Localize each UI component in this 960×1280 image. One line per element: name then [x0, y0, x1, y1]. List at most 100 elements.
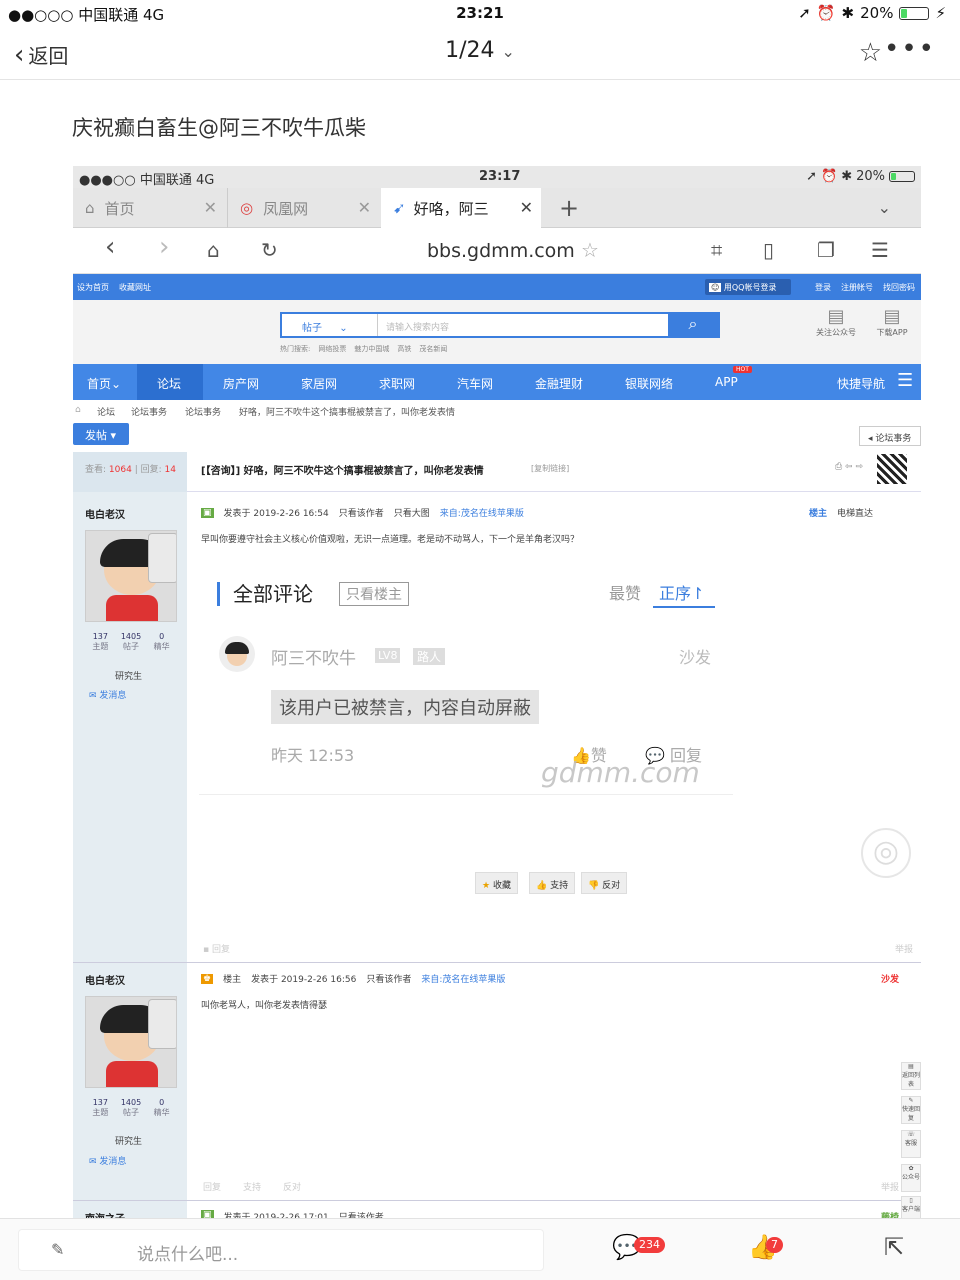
side-wechat[interactable]: ✿ 公众号: [901, 1164, 921, 1192]
back-to-forum-button[interactable]: ◂ 论坛事务: [859, 426, 921, 446]
search-icon[interactable]: ⌕: [668, 314, 718, 336]
favorite-button[interactable]: ★ 收藏: [475, 872, 518, 894]
copy-link[interactable]: [复制链接]: [531, 463, 569, 474]
nav-app[interactable]: APP: [715, 375, 738, 389]
star-icon[interactable]: ☆: [859, 38, 882, 68]
post-source[interactable]: 来自:茂名在线苹果版: [440, 506, 524, 519]
oppose-button[interactable]: 👎 反对: [581, 872, 628, 894]
post-source[interactable]: 来自:茂名在线苹果版: [421, 972, 505, 985]
crumb-item[interactable]: 论坛事务: [131, 405, 167, 418]
download-qr[interactable]: ▤ 下载APP: [869, 306, 915, 338]
comment-input[interactable]: ✎ 说点什么吧...: [18, 1229, 544, 1271]
follow-qr[interactable]: ▤ 关注公众号: [811, 306, 861, 338]
stat-posts[interactable]: 1405 帖子: [116, 1098, 147, 1118]
qr-code-icon[interactable]: [877, 454, 907, 484]
nav-forum[interactable]: 论坛: [137, 364, 203, 400]
stat-digest[interactable]: 0 精华: [146, 632, 177, 652]
tabs-icon[interactable]: ❐: [817, 238, 835, 262]
close-icon[interactable]: ✕: [204, 198, 217, 217]
home-icon[interactable]: ⌂: [207, 238, 220, 262]
stat-topics[interactable]: 137 主题: [85, 1098, 116, 1118]
hot-term[interactable]: 网络投票: [318, 344, 346, 354]
side-quick-reply[interactable]: ✎ 快速回复: [901, 1096, 921, 1124]
home-icon[interactable]: ⌂: [75, 405, 81, 415]
breadcrumb: ⌂ 论坛 论坛事务 论坛事务 好咯，阿三不吹牛这个搞事棍被禁言了，叫你老发表情: [73, 402, 921, 420]
bookmark-link[interactable]: 收藏网址: [119, 282, 151, 293]
only-author-link[interactable]: 只看该作者: [339, 506, 384, 519]
sort-hot-tab[interactable]: 最赞: [609, 580, 641, 604]
nav-house[interactable]: 房产网: [223, 375, 259, 392]
print-icon[interactable]: ⎙ ⇦ ⇨: [835, 462, 863, 472]
share-icon[interactable]: ⇱: [884, 1233, 904, 1261]
search-input[interactable]: 请输入搜索内容: [386, 320, 449, 333]
avatar[interactable]: [85, 530, 177, 622]
oppose-link[interactable]: 反对: [283, 1180, 301, 1193]
side-label: 返回列表: [902, 1072, 921, 1088]
scan-icon[interactable]: ⌗: [711, 238, 722, 262]
back-arrow-icon[interactable]: ‹: [105, 232, 115, 262]
send-message-link[interactable]: ✉ 发消息: [89, 688, 126, 701]
new-tab-icon[interactable]: +: [559, 194, 579, 222]
crumb-item[interactable]: 论坛: [97, 405, 115, 418]
nav-home[interactable]: 首页⌄: [87, 375, 121, 392]
hot-term[interactable]: 高铁: [397, 344, 411, 354]
crumb-item[interactable]: 论坛事务: [185, 405, 221, 418]
avatar[interactable]: [85, 996, 177, 1088]
nav-quick[interactable]: 快捷导航: [837, 375, 885, 392]
post-author[interactable]: 南海之子: [85, 1210, 125, 1218]
elevator-link[interactable]: 电梯直达: [837, 506, 873, 519]
bookmark-star-icon[interactable]: ☆: [581, 238, 599, 262]
side-back-list[interactable]: ▤ 返回列表: [901, 1062, 921, 1090]
commenter-name[interactable]: 阿三不吹牛: [271, 644, 356, 669]
forward-arrow-icon[interactable]: ›: [159, 232, 169, 262]
close-icon[interactable]: ✕: [520, 198, 533, 217]
stat-digest[interactable]: 0 精华: [146, 1098, 177, 1118]
only-author-link[interactable]: 只看该作者: [339, 1210, 384, 1218]
only-author-link[interactable]: 只看该作者: [366, 972, 411, 985]
floating-assist-icon[interactable]: ◎: [861, 828, 911, 878]
nav-home-deco[interactable]: 家居网: [301, 375, 337, 392]
set-home-link[interactable]: 设为首页: [77, 282, 109, 293]
send-message-link[interactable]: ✉ 发消息: [89, 1154, 126, 1167]
only-image-link[interactable]: 只看大图: [394, 506, 430, 519]
stat-posts[interactable]: 1405 帖子: [116, 632, 147, 652]
nav-jobs[interactable]: 求职网: [379, 375, 415, 392]
hot-term[interactable]: 茂名新闻: [419, 344, 447, 354]
new-post-button[interactable]: 发帖 ▾: [73, 423, 129, 445]
support-button[interactable]: 👍 支持: [529, 872, 576, 894]
stat-topics[interactable]: 137 主题: [85, 632, 116, 652]
nav-unionpay[interactable]: 银联网络: [625, 375, 673, 392]
page-indicator[interactable]: 1/24 ⌄: [0, 38, 960, 63]
reader-icon[interactable]: ▯: [763, 238, 774, 262]
menu-icon[interactable]: ☰: [871, 238, 889, 262]
url-field[interactable]: bbs.gdmm.com: [427, 240, 575, 262]
avatar[interactable]: [219, 636, 255, 672]
nav-finance[interactable]: 金融理财: [535, 375, 583, 392]
reply-link[interactable]: ▪ 回复: [203, 942, 230, 955]
side-client[interactable]: ▯ 客户端: [901, 1196, 921, 1218]
reload-icon[interactable]: ↻: [261, 238, 278, 262]
sort-order-tab[interactable]: 正序↾: [659, 580, 704, 604]
tab-ifeng[interactable]: ◎ 凤凰网 ✕: [227, 188, 379, 228]
hot-term[interactable]: 魅力中国城: [354, 344, 389, 354]
post-author[interactable]: 电白老汉: [85, 972, 125, 987]
side-service[interactable]: ☏ 客服: [901, 1130, 921, 1158]
tab-home[interactable]: ⌂ 首页 ✕: [73, 188, 225, 228]
tab-active[interactable]: ➹ 好咯，阿三 ✕: [381, 188, 541, 228]
find-password-link[interactable]: 找回密码: [883, 282, 915, 293]
login-link[interactable]: 登录: [815, 282, 831, 293]
list-icon[interactable]: ☰: [897, 370, 913, 391]
nav-auto[interactable]: 汽车网: [457, 375, 493, 392]
close-icon[interactable]: ✕: [358, 198, 371, 217]
register-link[interactable]: 注册帐号: [841, 282, 873, 293]
support-link[interactable]: 支持: [243, 1180, 261, 1193]
only-owner-button[interactable]: 只看楼主: [339, 582, 409, 606]
report-link[interactable]: 举报: [881, 1180, 899, 1193]
report-link[interactable]: 举报: [895, 942, 913, 955]
chevron-down-icon[interactable]: ⌄: [878, 198, 891, 217]
more-icon[interactable]: •••: [884, 34, 936, 64]
post-author[interactable]: 电白老汉: [85, 506, 125, 521]
qq-login-button[interactable]: ☺ 用QQ帐号登录: [705, 279, 791, 295]
search-category-select[interactable]: 帖子 ⌄: [282, 314, 378, 336]
reply-link[interactable]: 回复: [203, 1180, 221, 1193]
